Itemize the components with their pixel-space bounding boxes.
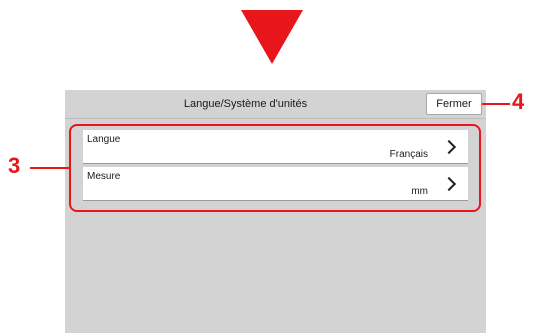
- title-bar: Langue/Système d'unités Fermer: [65, 90, 486, 119]
- close-button[interactable]: Fermer: [426, 93, 482, 115]
- highlight-box: [69, 124, 481, 212]
- callout-number-4: 4: [512, 89, 525, 114]
- callout-line: [30, 167, 69, 169]
- arrow-down-icon: [241, 10, 303, 64]
- panel-title: Langue/Système d'unités: [183, 98, 308, 110]
- callout-line: [482, 103, 510, 105]
- callout-number-3: 3: [8, 153, 21, 178]
